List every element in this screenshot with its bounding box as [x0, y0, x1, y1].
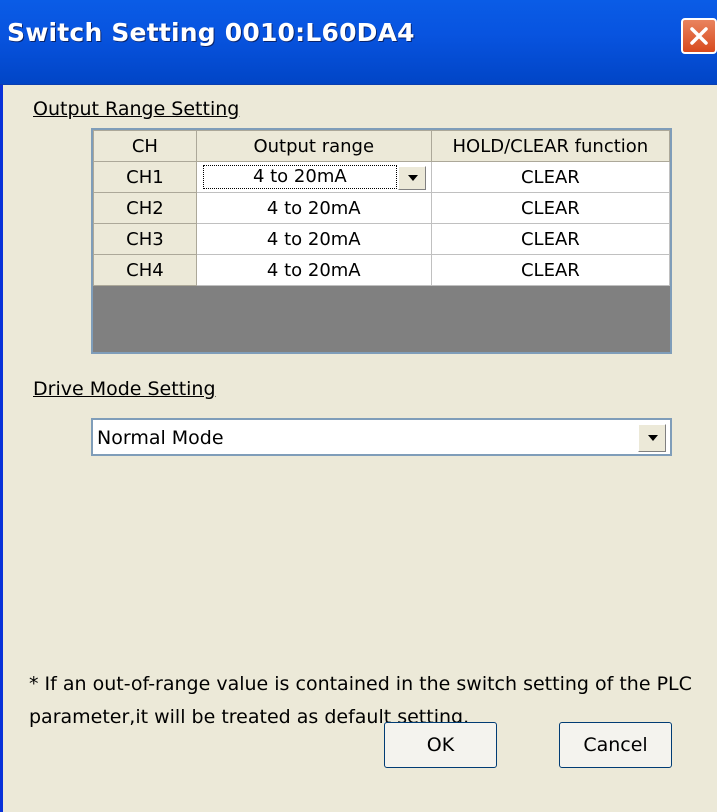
grid-header-row: CH Output range HOLD/CLEAR function — [93, 130, 671, 162]
row-header-ch3: CH3 — [93, 223, 197, 255]
drive-mode-dropdown-button[interactable] — [638, 424, 666, 452]
output-range-cell-ch2[interactable]: 4 to 20mA — [195, 192, 432, 224]
chevron-down-icon — [648, 435, 658, 441]
row-header-ch4: CH4 — [93, 254, 197, 286]
output-range-cell-ch4[interactable]: 4 to 20mA — [195, 254, 432, 286]
output-range-setting-label: Output Range Setting — [33, 98, 240, 120]
drive-mode-select[interactable]: Normal Mode — [91, 418, 672, 456]
table-row: CH1 4 to 20mA CLEAR — [93, 161, 671, 193]
close-icon — [690, 27, 708, 45]
close-button[interactable] — [681, 18, 717, 54]
window-title: Switch Setting 0010:L60DA4 — [7, 18, 415, 47]
chevron-down-icon — [407, 175, 418, 181]
drive-mode-value: Normal Mode — [97, 427, 224, 449]
hold-clear-cell-ch2[interactable]: CLEAR — [430, 192, 671, 224]
output-range-dropdown-ch1[interactable]: 4 to 20mA — [202, 165, 397, 189]
output-range-grid: CH Output range HOLD/CLEAR function CH1 … — [91, 128, 672, 354]
column-header-ch: CH — [93, 130, 197, 162]
table-row: CH4 4 to 20mA CLEAR — [93, 254, 671, 286]
column-header-output-range: Output range — [195, 130, 432, 162]
drive-mode-setting-label: Drive Mode Setting — [33, 378, 216, 400]
output-range-cell-ch1[interactable]: 4 to 20mA — [195, 161, 432, 193]
dropdown-arrow-button[interactable] — [397, 166, 426, 190]
hold-clear-cell-ch3[interactable]: CLEAR — [430, 223, 671, 255]
ok-button[interactable]: OK — [384, 722, 497, 768]
hold-clear-cell-ch4[interactable]: CLEAR — [430, 254, 671, 286]
output-range-cell-ch3[interactable]: 4 to 20mA — [195, 223, 432, 255]
row-header-ch1: CH1 — [93, 161, 197, 193]
row-header-ch2: CH2 — [93, 192, 197, 224]
column-header-hold-clear: HOLD/CLEAR function — [430, 130, 671, 162]
switch-setting-dialog: Switch Setting 0010:L60DA4 Output Range … — [0, 0, 717, 812]
table-row: CH3 4 to 20mA CLEAR — [93, 223, 671, 255]
table-row: CH2 4 to 20mA CLEAR — [93, 192, 671, 224]
hold-clear-cell-ch1[interactable]: CLEAR — [430, 161, 671, 193]
output-range-value-ch1: 4 to 20mA — [252, 166, 347, 187]
title-bar[interactable]: Switch Setting 0010:L60DA4 — [0, 0, 717, 85]
cancel-button[interactable]: Cancel — [559, 722, 672, 768]
